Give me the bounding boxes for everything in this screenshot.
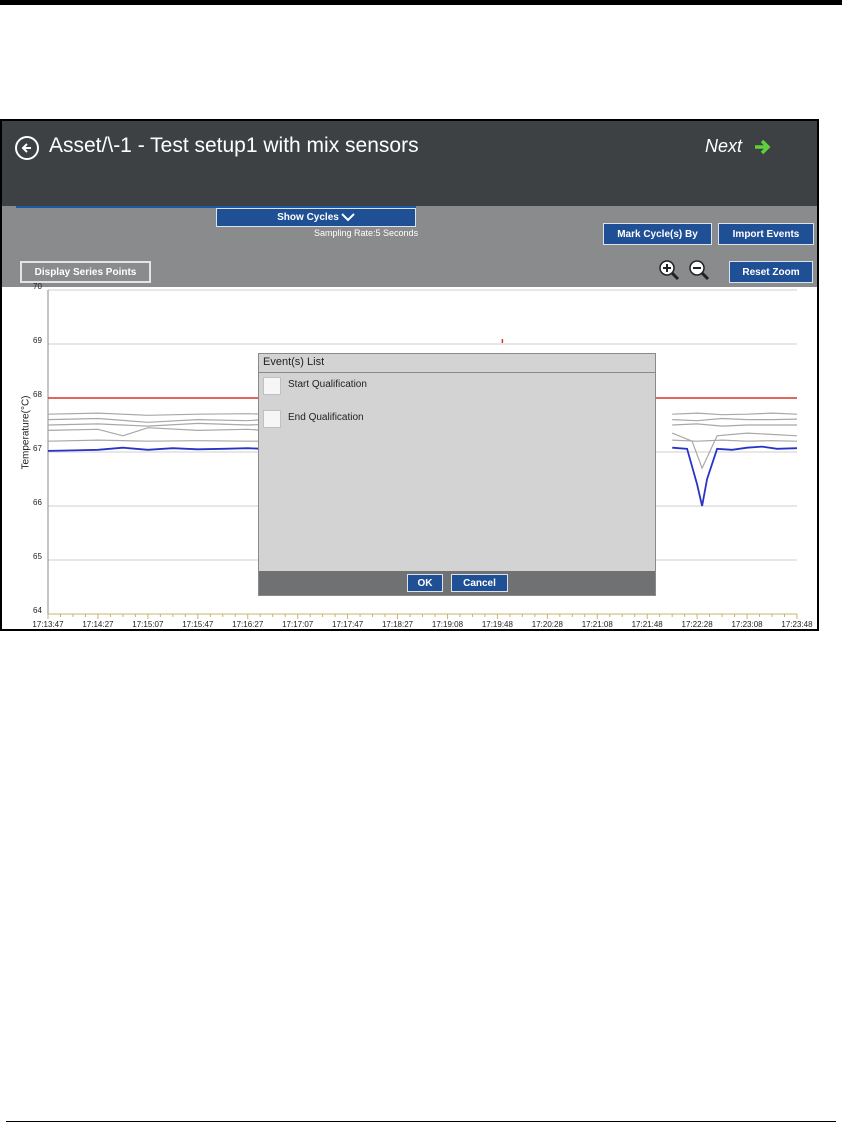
page-title: Asset/\-1 - Test setup1 with mix sensors <box>49 134 419 157</box>
sensor-series-line <box>47 427 263 437</box>
zoom-in-icon[interactable] <box>658 259 680 281</box>
mark-cycles-button[interactable]: Mark Cycle(s) By <box>603 223 712 245</box>
bottom-rule <box>6 1121 836 1122</box>
y-tick-label: 67 <box>33 444 42 453</box>
sensor-series-line <box>672 417 798 422</box>
x-tick-label: 17:20:28 <box>531 620 563 629</box>
y-tick-label: 69 <box>33 336 42 345</box>
x-tick-label: 17:18:27 <box>381 620 414 629</box>
toolbar: Show Cycles Sampling Rate:5 Seconds Mark… <box>2 206 817 287</box>
y-tick-label: 70 <box>33 282 42 291</box>
y-axis-label: Temperature(°C) <box>20 395 32 470</box>
cancel-button[interactable]: Cancel <box>451 574 508 592</box>
next-button[interactable]: Next <box>705 136 773 157</box>
x-tick-label: 17:16:27 <box>232 620 264 629</box>
sensor-series-line <box>47 439 263 442</box>
x-tick-label: 17:21:08 <box>581 620 613 629</box>
events-list-dialog: Event(s) List Start Qualification End Qu… <box>258 353 656 596</box>
zoom-out-icon[interactable] <box>688 259 710 281</box>
title-bar: Asset/\-1 - Test setup1 with mix sensors… <box>2 121 817 206</box>
x-tick-label: 17:15:47 <box>182 620 214 629</box>
y-tick-label: 64 <box>33 606 42 615</box>
back-arrow-circle-icon <box>21 143 31 153</box>
sensor-series-line <box>672 412 798 416</box>
right-arrow-icon <box>755 139 771 155</box>
y-tick-label: 68 <box>33 390 42 399</box>
back-button[interactable] <box>15 136 39 160</box>
x-tick-label: 17:21:48 <box>631 620 663 629</box>
dialog-title: Event(s) List <box>263 356 325 368</box>
import-events-button[interactable]: Import Events <box>718 223 814 245</box>
y-tick-label: 66 <box>33 498 42 507</box>
ok-button[interactable]: OK <box>407 574 443 592</box>
x-tick-label: 17:23:08 <box>731 620 763 629</box>
x-tick-label: 17:17:07 <box>282 620 314 629</box>
reset-zoom-button[interactable]: Reset Zoom <box>729 261 813 283</box>
event-label: End Qualification <box>288 412 364 423</box>
x-tick-label: 17:23:48 <box>781 620 813 629</box>
sensor-series-line <box>672 423 797 427</box>
highlight-series-line <box>672 445 798 507</box>
show-cycles-label: Show Cycles <box>277 212 339 223</box>
y-tick-label: 65 <box>33 552 42 561</box>
event-label: Start Qualification <box>288 379 367 390</box>
x-tick-label: 17:19:08 <box>431 620 464 629</box>
sensor-series-line <box>47 422 263 427</box>
x-tick-label: 17:14:27 <box>82 620 114 629</box>
events-list: Start Qualification End Qualification <box>259 372 655 572</box>
x-tick-label: 17:19:48 <box>481 620 513 629</box>
dialog-footer: OK Cancel <box>259 571 655 595</box>
top-rule <box>0 0 842 5</box>
highlight-series-line <box>47 446 263 452</box>
event-checkbox[interactable] <box>263 410 281 428</box>
sensor-series-line <box>47 412 263 416</box>
app-window: Asset/\-1 - Test setup1 with mix sensors… <box>0 119 819 631</box>
x-tick-label: 17:13:47 <box>32 620 64 629</box>
next-label: Next <box>705 136 743 156</box>
x-tick-label: 17:22:28 <box>681 620 713 629</box>
sensor-series-line <box>47 417 263 423</box>
sampling-rate-text: Sampling Rate:5 Seconds <box>314 228 419 238</box>
chevron-down-icon <box>341 213 355 222</box>
x-tick-label: 17:17:47 <box>332 620 364 629</box>
display-series-points-button[interactable]: Display Series Points <box>20 261 151 283</box>
show-cycles-button[interactable]: Show Cycles <box>216 208 416 227</box>
x-tick-label: 17:15:07 <box>132 620 164 629</box>
event-checkbox[interactable] <box>263 377 281 395</box>
